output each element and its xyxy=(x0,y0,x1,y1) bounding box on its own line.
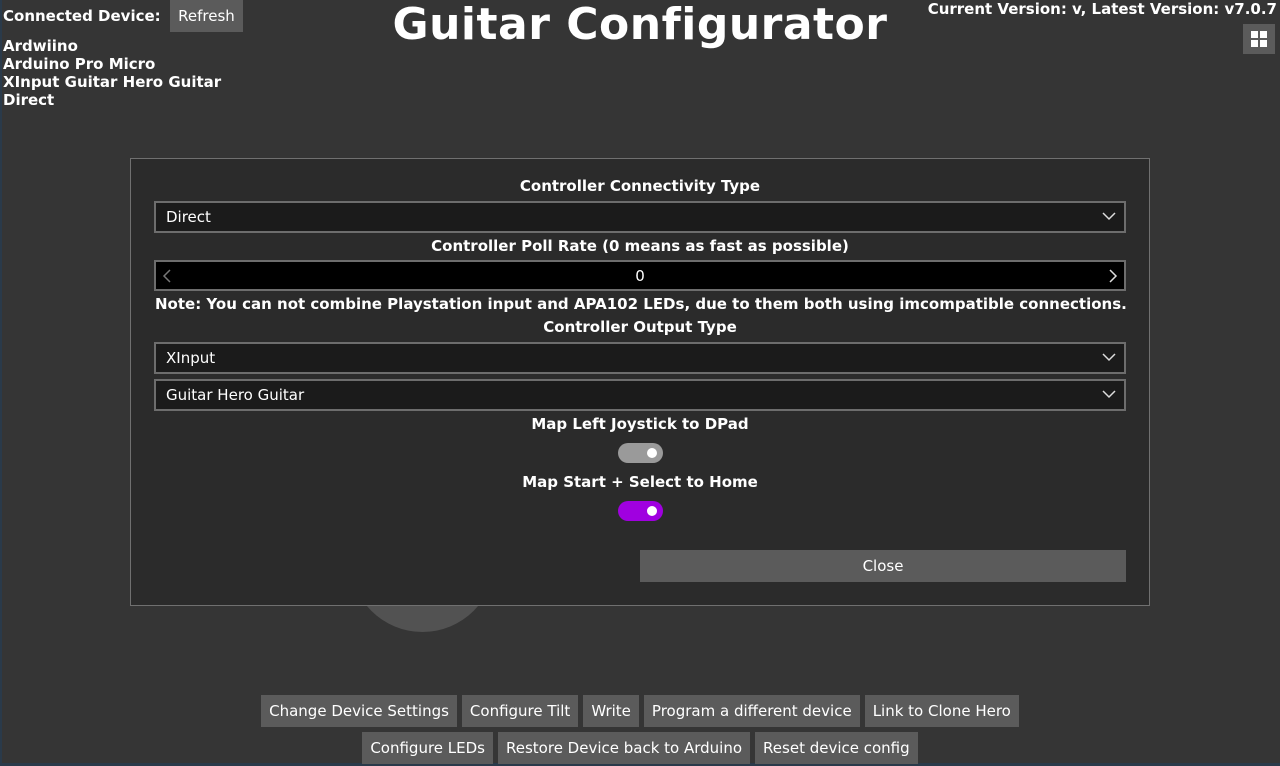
poll-rate-value: 0 xyxy=(635,266,645,285)
output-type-select[interactable]: XInput xyxy=(154,342,1126,374)
toggle-knob xyxy=(647,448,657,458)
chevron-down-icon xyxy=(1102,390,1116,399)
close-button[interactable]: Close xyxy=(640,550,1126,582)
device-type: XInput Guitar Hero Guitar xyxy=(3,73,222,91)
write-button[interactable]: Write xyxy=(583,695,639,727)
change-device-settings-button[interactable]: Change Device Settings xyxy=(261,695,457,727)
map-home-toggle[interactable] xyxy=(618,501,663,521)
map-joystick-toggle[interactable] xyxy=(618,443,663,463)
connectivity-select[interactable]: Direct xyxy=(154,201,1126,233)
output-type-heading: Controller Output Type xyxy=(543,318,737,336)
window-left-border xyxy=(0,0,2,766)
device-connectivity: Direct xyxy=(3,91,55,109)
grid-icon xyxy=(1251,31,1267,47)
connectivity-select-value: Direct xyxy=(166,208,211,226)
action-buttons-row-2: Configure LEDs Restore Device back to Ar… xyxy=(0,732,1280,764)
device-settings-dialog: Controller Connectivity Type Direct Cont… xyxy=(130,158,1150,606)
output-type-select-value: XInput xyxy=(166,349,216,367)
subtype-select[interactable]: Guitar Hero Guitar xyxy=(154,379,1126,411)
chevron-right-icon[interactable] xyxy=(1108,268,1118,284)
connectivity-heading: Controller Connectivity Type xyxy=(519,177,761,195)
program-different-device-button[interactable]: Program a different device xyxy=(643,695,860,727)
chevron-left-icon[interactable] xyxy=(162,268,172,284)
map-joystick-heading: Map Left Joystick to DPad xyxy=(531,415,749,433)
configure-tilt-button[interactable]: Configure Tilt xyxy=(461,695,579,727)
toggle-knob xyxy=(647,506,657,516)
subtype-select-value: Guitar Hero Guitar xyxy=(166,386,305,404)
poll-rate-spinner[interactable]: 0 xyxy=(154,260,1126,291)
chevron-down-icon xyxy=(1102,212,1116,221)
map-home-heading: Map Start + Select to Home xyxy=(522,473,758,491)
configure-leds-button[interactable]: Configure LEDs xyxy=(362,732,493,764)
poll-rate-heading: Controller Poll Rate (0 means as fast as… xyxy=(431,237,849,255)
restore-arduino-button[interactable]: Restore Device back to Arduino xyxy=(498,732,751,764)
action-buttons-row-1: Change Device Settings Configure Tilt Wr… xyxy=(0,695,1280,727)
version-info: Current Version: v, Latest Version: v7.0… xyxy=(927,0,1277,18)
reset-config-button[interactable]: Reset device config xyxy=(755,732,918,764)
chevron-down-icon xyxy=(1102,353,1116,362)
grid-menu-button[interactable] xyxy=(1243,24,1275,54)
compatibility-note: Note: You can not combine Playstation in… xyxy=(155,295,1127,313)
device-board: Arduino Pro Micro xyxy=(3,55,156,73)
link-clone-hero-button[interactable]: Link to Clone Hero xyxy=(864,695,1019,727)
